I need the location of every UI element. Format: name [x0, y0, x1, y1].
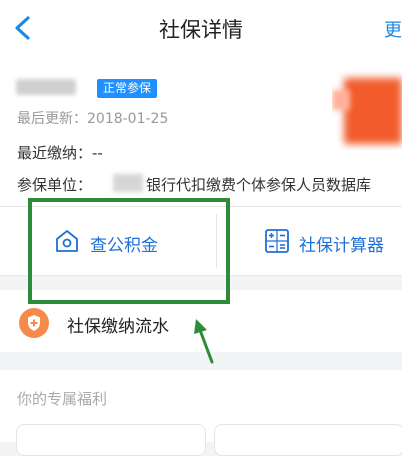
- status-badge: 正常参保: [97, 79, 158, 98]
- shield-icon: [19, 308, 49, 338]
- calculator-icon[interactable]: [264, 228, 290, 254]
- last-updated-text: 最后更新：2018-01-25: [17, 111, 169, 127]
- benefit-card[interactable]: [214, 424, 402, 456]
- payment-history-label: 社保缴纳流水: [67, 317, 169, 337]
- annotation-arrow: [190, 316, 224, 368]
- avatar-blur-main: [344, 78, 402, 144]
- benefit-card[interactable]: [16, 424, 206, 456]
- page-title: 社保详情: [159, 18, 243, 42]
- benefits-title: 你的专属福利: [17, 390, 108, 408]
- avatar: [332, 70, 402, 150]
- blurred-name: [16, 79, 76, 95]
- insured-unit-label: 参保单位：: [17, 176, 93, 194]
- annotation-highlight-box: [28, 198, 230, 304]
- more-button[interactable]: 更: [384, 16, 402, 42]
- recent-payment-text: 最近缴纳：--: [17, 144, 103, 162]
- social-security-calculator-button[interactable]: 社保计算器: [299, 231, 384, 256]
- avatar-blur-accent: [332, 90, 350, 110]
- blurred-unit-prefix: [113, 174, 143, 192]
- insured-unit-value: 银行代扣缴费个体参保人员数据库: [146, 176, 372, 194]
